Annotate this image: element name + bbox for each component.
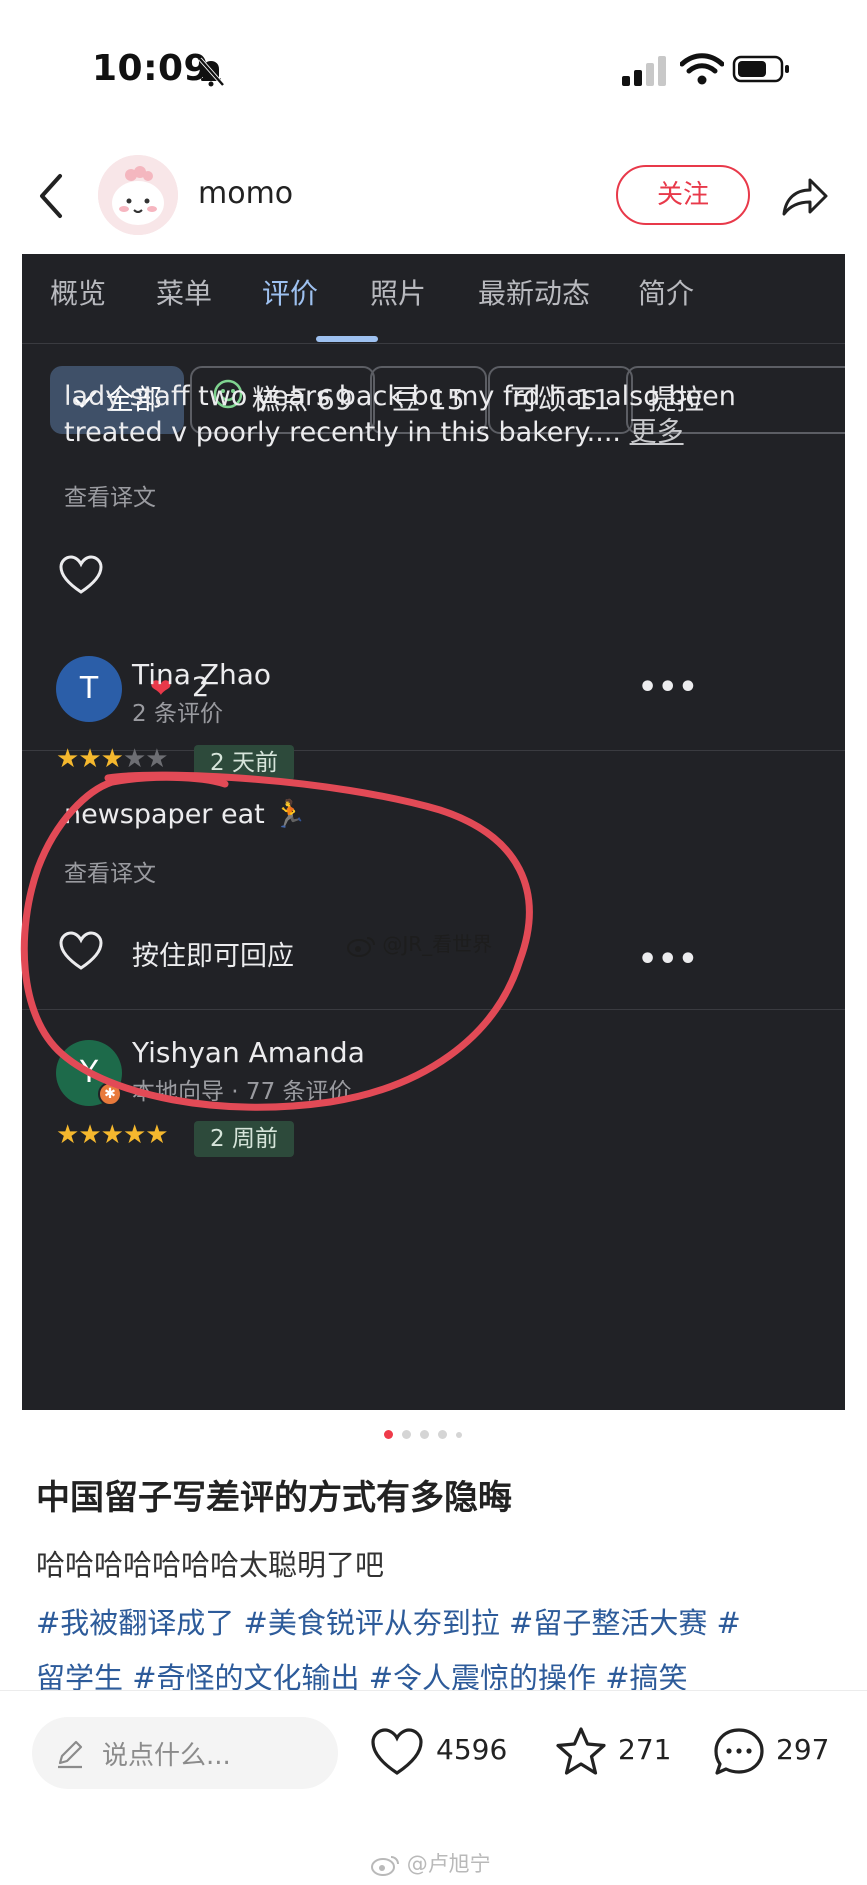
review-text: treated v poorly recently in this bakery… — [64, 417, 621, 448]
review-text-line: treated v poorly recently in this bakery… — [64, 412, 684, 454]
note-header: momo 关注 — [0, 150, 867, 240]
star-icon: ★ — [145, 744, 168, 774]
active-tab-indicator — [316, 336, 378, 342]
translate-link[interactable]: 查看译文 — [64, 854, 156, 888]
like-heart-icon[interactable] — [58, 930, 104, 972]
pager-dot[interactable] — [402, 1430, 411, 1439]
wifi-icon — [680, 53, 724, 85]
star-icon: ★ — [122, 1120, 146, 1150]
share-icon[interactable] — [780, 172, 830, 218]
watermark-text: @卢旭宁 — [406, 1852, 491, 1876]
divider — [22, 1009, 845, 1010]
star-collect-icon[interactable] — [554, 1725, 608, 1779]
review-date: 2 周前 — [194, 1121, 294, 1157]
reply-hint[interactable]: 按住即可回应 — [132, 934, 294, 973]
tab-about[interactable]: 简介 — [638, 272, 694, 312]
cellular-signal-icon — [622, 56, 666, 86]
running-person-icon: 🏃 — [273, 799, 307, 830]
tab-menu[interactable]: 菜单 — [156, 272, 212, 312]
star-icon: ★ — [78, 744, 101, 774]
reviewer-meta: 本地向导 · 77 条评价 — [132, 1079, 352, 1105]
footer-watermark: @卢旭宁 — [370, 1848, 491, 1878]
tab-photos[interactable]: 照片 — [370, 272, 426, 312]
avatar-initial: T — [79, 671, 99, 706]
silent-bell-icon — [198, 57, 225, 87]
reviewer-name[interactable]: Yishyan Amanda — [132, 1036, 365, 1069]
comment-bubble-icon[interactable] — [712, 1725, 766, 1779]
star-icon: ★ — [56, 1120, 79, 1150]
star-icon: ★ — [145, 1120, 168, 1150]
back-arrow-icon[interactable] — [36, 172, 66, 220]
pencil-icon — [58, 1740, 83, 1769]
battery-icon — [732, 55, 789, 83]
more-options-icon[interactable]: ••• — [638, 670, 699, 705]
more-options-icon[interactable]: ••• — [638, 942, 699, 977]
review-screenshot-image[interactable]: 概览 菜单 评价 照片 最新动态 简介 全部 糕点 69 豆 15 可颂 11 … — [22, 254, 845, 1410]
comment-placeholder: 说点什么... — [102, 1741, 231, 1771]
review-text-line: newspaper eat 🏃 — [64, 794, 307, 836]
review-date: 2 天前 — [194, 745, 294, 781]
local-guide-badge-icon: ✱ — [98, 1082, 122, 1106]
tab-overview[interactable]: 概览 — [50, 272, 106, 312]
tab-reviews[interactable]: 评价 — [262, 272, 318, 312]
like-heart-icon[interactable] — [58, 554, 104, 596]
star-icon: ★ — [78, 1120, 101, 1150]
pager-dot[interactable] — [456, 1432, 462, 1438]
author-avatar[interactable] — [98, 155, 178, 235]
pager-dot[interactable] — [384, 1430, 393, 1439]
weibo-icon — [347, 936, 375, 957]
clock: 10:09 — [92, 48, 210, 89]
status-bar: 10:09 — [0, 0, 867, 140]
tab-updates[interactable]: 最新动态 — [478, 272, 590, 312]
star-rating: ★★★★★ — [56, 1120, 169, 1150]
image-watermark: @JR_看世界 — [346, 928, 492, 957]
comment-count: 297 — [776, 1733, 830, 1766]
reviewer-name[interactable]: Tina Zhao — [132, 658, 271, 691]
follow-button[interactable]: 关注 — [616, 165, 750, 225]
star-icon: ★ — [56, 744, 79, 774]
weibo-icon — [371, 1856, 399, 1876]
review-tabs: 概览 菜单 评价 照片 最新动态 简介 — [22, 254, 845, 344]
like-count: 4596 — [436, 1733, 508, 1766]
star-icon: ★ — [122, 744, 146, 774]
comment-input[interactable]: 说点什么... — [32, 1717, 338, 1789]
watermark-text: @JR_看世界 — [382, 932, 493, 956]
star-icon: ★ — [100, 744, 124, 774]
cartoon-face-icon — [98, 155, 178, 235]
reviewer-avatar[interactable]: T — [56, 656, 122, 722]
more-link[interactable]: 更多 — [630, 417, 684, 448]
translate-link[interactable]: 查看译文 — [64, 478, 156, 512]
like-heart-icon[interactable] — [370, 1725, 424, 1779]
avatar-initial: Y — [79, 1055, 99, 1090]
hashtag-line[interactable]: #我被翻译成了 #美食锐评从夯到拉 #留子整活大赛 # — [36, 1596, 836, 1651]
star-rating: ★★★★★ — [56, 744, 169, 774]
review-text: newspaper eat — [64, 799, 265, 830]
pager-dot[interactable] — [420, 1430, 429, 1439]
bottom-action-bar: 说点什么... 4596 271 297 — [0, 1690, 867, 1810]
post-body: 哈哈哈哈哈哈哈太聪明了吧 — [36, 1548, 385, 1582]
collect-count: 271 — [618, 1733, 672, 1766]
pager-dot[interactable] — [438, 1430, 447, 1439]
reviewer-meta: 2 条评价 — [132, 701, 223, 727]
post-title: 中国留子写差评的方式有多隐晦 — [36, 1478, 512, 1518]
star-icon: ★ — [100, 1120, 124, 1150]
author-name[interactable]: momo — [198, 176, 293, 211]
